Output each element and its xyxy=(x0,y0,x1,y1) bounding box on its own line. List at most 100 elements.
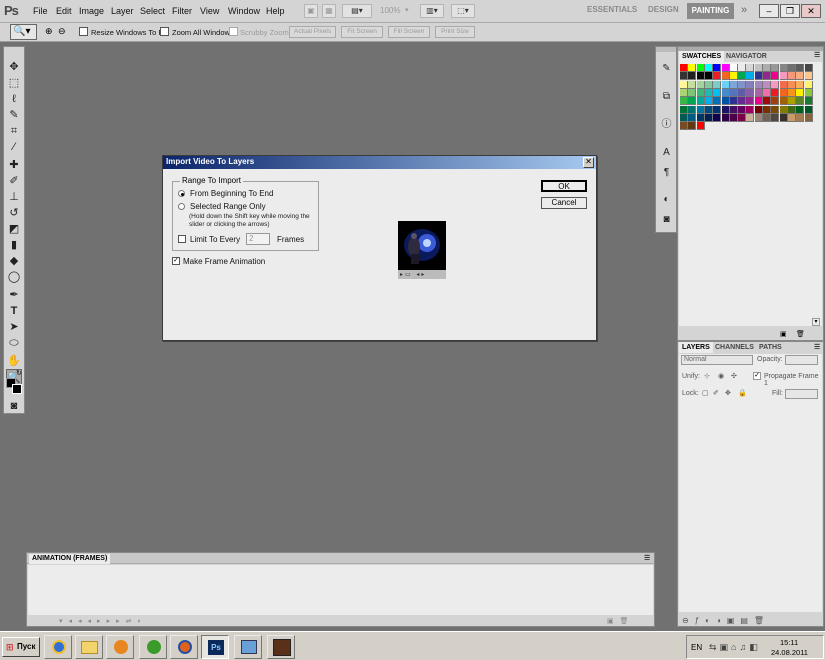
swatch[interactable] xyxy=(746,72,755,81)
swatch[interactable] xyxy=(713,113,722,122)
more-workspaces-icon[interactable]: » xyxy=(741,4,747,16)
preview-scrubber[interactable]: ▸▭ ◂▸ xyxy=(398,270,446,279)
brush-presets-icon[interactable]: ⧉ xyxy=(659,89,674,104)
radio-selected-range[interactable] xyxy=(178,203,185,210)
background-color-swatch[interactable] xyxy=(12,384,22,394)
playback-controls[interactable]: ▾◂◂◂▸▸▸⇌◐ xyxy=(59,617,148,625)
photoshop-taskbar-icon[interactable]: Ps xyxy=(201,635,229,659)
animation-panel-menu-icon[interactable]: ☰ xyxy=(644,554,650,562)
swatch[interactable] xyxy=(787,64,796,72)
fit-screen-button[interactable]: Fit Screen xyxy=(341,26,383,38)
lock-position-icon[interactable]: ✥ xyxy=(725,389,731,397)
swatch[interactable] xyxy=(763,97,771,106)
swatch[interactable] xyxy=(771,113,780,122)
menu-view[interactable]: View xyxy=(200,6,219,16)
tool-presets-icon[interactable]: ✎ xyxy=(659,61,674,76)
hand-tool-icon[interactable]: ✋ xyxy=(6,353,22,369)
screen-mode-dropdown[interactable]: ⬚▾ xyxy=(451,4,475,18)
crop-tool-icon[interactable]: ⌗ xyxy=(6,123,22,139)
swatch[interactable] xyxy=(779,88,788,97)
swatch[interactable] xyxy=(696,113,705,122)
swatch[interactable] xyxy=(796,80,805,89)
arrange-documents-dropdown[interactable]: ▥▾ xyxy=(420,4,444,18)
tab-animation-frames[interactable]: ANIMATION (FRAMES) xyxy=(29,554,111,564)
swatch[interactable] xyxy=(763,80,771,89)
swatch[interactable] xyxy=(688,64,697,72)
swatch[interactable] xyxy=(713,88,722,97)
swatch[interactable] xyxy=(738,80,747,89)
media-thumbnail-icon[interactable] xyxy=(267,635,295,659)
make-frame-animation-checkbox[interactable]: ✓ xyxy=(172,257,180,265)
limit-frames-input[interactable]: 2 xyxy=(246,233,270,245)
swatch[interactable] xyxy=(721,88,730,97)
swatch[interactable] xyxy=(688,72,697,81)
swatch[interactable] xyxy=(754,113,763,122)
swatch[interactable] xyxy=(779,97,788,106)
swatch[interactable] xyxy=(721,72,730,81)
workspace-painting[interactable]: PAINTING xyxy=(687,3,734,19)
swatch[interactable] xyxy=(721,97,730,106)
tray-icons[interactable]: ⇆▣⌂♫◧ xyxy=(709,642,761,653)
character-icon[interactable]: A xyxy=(659,145,674,160)
swatch[interactable] xyxy=(696,80,705,89)
swatch[interactable] xyxy=(704,80,713,89)
swatch[interactable] xyxy=(779,72,788,81)
swatch[interactable] xyxy=(804,113,813,122)
swatch[interactable] xyxy=(729,72,738,81)
dock-grip[interactable] xyxy=(656,47,676,52)
start-button[interactable]: ⊞ Пуск xyxy=(2,637,40,657)
swatch[interactable] xyxy=(696,64,705,72)
dialog-close-icon[interactable]: ✕ xyxy=(583,157,594,168)
fill-field[interactable] xyxy=(785,389,818,399)
swatch[interactable] xyxy=(704,113,713,122)
network-app-icon[interactable] xyxy=(234,635,262,659)
swatch[interactable] xyxy=(746,105,755,114)
swatch[interactable] xyxy=(688,122,697,131)
swatch[interactable] xyxy=(779,64,788,72)
opacity-field[interactable] xyxy=(785,355,818,365)
path-selection-tool-icon[interactable]: ➤ xyxy=(6,319,22,335)
swatch[interactable] xyxy=(688,88,697,97)
clone-stamp-tool-icon[interactable]: ⊥ xyxy=(6,189,22,205)
swatch[interactable] xyxy=(738,105,747,114)
menu-window[interactable]: Window xyxy=(228,6,260,16)
move-tool-icon[interactable]: ✥ xyxy=(6,59,22,75)
swatch[interactable] xyxy=(688,113,697,122)
swatch[interactable] xyxy=(804,64,813,72)
tab-swatches[interactable]: SWATCHES xyxy=(679,51,725,62)
swatch[interactable] xyxy=(796,64,805,72)
swatch[interactable] xyxy=(721,64,730,72)
swatch[interactable] xyxy=(804,105,813,114)
swatch[interactable] xyxy=(704,105,713,114)
menu-file[interactable]: File xyxy=(33,6,48,16)
zoom-level[interactable]: 100% xyxy=(380,6,400,15)
tab-channels[interactable]: CHANNELS xyxy=(712,342,757,353)
minibridge-icon[interactable]: ▦ xyxy=(322,4,336,18)
zoom-out-icon[interactable]: ⊖ xyxy=(58,26,66,37)
dodge-tool-icon[interactable]: ◯ xyxy=(6,269,22,285)
panel-menu-icon[interactable]: ☰ xyxy=(814,51,820,59)
swatch[interactable] xyxy=(746,64,755,72)
swatch[interactable] xyxy=(729,113,738,122)
blend-mode-select[interactable]: Normal xyxy=(681,355,753,365)
masks-icon[interactable]: ◙ xyxy=(659,212,674,227)
swatch[interactable] xyxy=(754,97,763,106)
menu-select[interactable]: Select xyxy=(140,6,165,16)
swatch[interactable] xyxy=(787,105,796,114)
workspace-design[interactable]: DESIGN xyxy=(648,5,679,14)
shape-tool-icon[interactable]: ⬭ xyxy=(6,335,22,351)
swatch[interactable] xyxy=(721,113,730,122)
tab-navigator[interactable]: NAVIGATOR xyxy=(723,51,770,62)
swatch[interactable] xyxy=(704,72,713,81)
menu-image[interactable]: Image xyxy=(79,6,104,16)
swatch[interactable] xyxy=(738,72,747,81)
swatch[interactable] xyxy=(804,88,813,97)
swatch[interactable] xyxy=(704,64,713,72)
limit-every-checkbox[interactable] xyxy=(178,235,186,243)
swatch[interactable] xyxy=(738,64,747,72)
swatch[interactable] xyxy=(729,64,738,72)
lock-image-icon[interactable]: ✐ xyxy=(713,389,719,397)
layer-actions-toolbar[interactable]: ⊖ƒ◐◑▣▤🗑 xyxy=(682,616,770,625)
swatch[interactable] xyxy=(721,105,730,114)
swatch[interactable] xyxy=(704,88,713,97)
